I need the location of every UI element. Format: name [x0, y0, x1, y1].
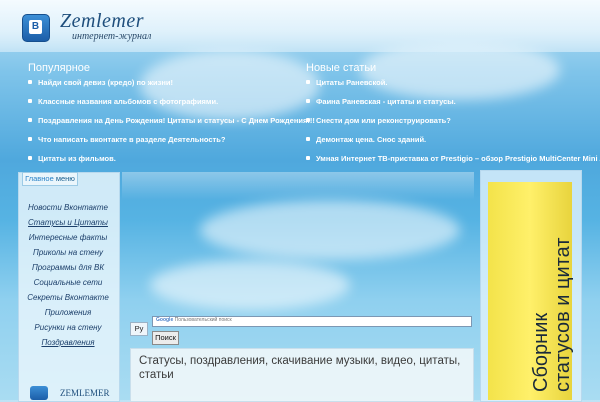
content-heading: Статусы, поздравления, скачивание музыки… — [139, 355, 461, 381]
new-articles-list: Цитаты Раневской. Фаина Раневская - цита… — [306, 78, 600, 173]
popular-list: Найди свой девиз (кредо) по жизни! Класс… — [28, 78, 315, 173]
menu-item-programs[interactable]: Программы для ВК — [20, 263, 116, 278]
article-link[interactable]: Цитаты Раневской. — [306, 78, 600, 97]
popular-link[interactable]: Классные названия альбомов с фотографиям… — [28, 97, 315, 116]
site-title[interactable]: Zemlemer — [60, 10, 144, 33]
site-subtitle: интернет-журнал — [72, 31, 152, 42]
menu-item-pictures[interactable]: Рисунки на стену — [20, 323, 116, 338]
menu-item-facts[interactable]: Интересные факты — [20, 233, 116, 248]
menu-item-social[interactable]: Социальные сети — [20, 278, 116, 293]
search-placeholder: Пользовательский поиск — [174, 317, 232, 323]
menu-item-secrets[interactable]: Секреты Вконтакте — [20, 293, 116, 308]
article-link[interactable]: Фаина Раневская - цитаты и статусы. — [306, 97, 600, 116]
menu-tab[interactable]: Главное меню — [22, 172, 78, 186]
popular-link[interactable]: Поздравления на День Рождения! Цитаты и … — [28, 116, 315, 135]
search-input[interactable]: Google Пользовательский поиск — [152, 316, 472, 327]
popular-link[interactable]: Найди свой девиз (кредо) по жизни! — [28, 78, 315, 97]
cloud — [200, 200, 460, 260]
logo-icon[interactable]: В — [22, 14, 50, 42]
popular-heading: Популярное — [28, 62, 91, 74]
new-articles-heading: Новые статьи — [306, 62, 377, 74]
search-button[interactable]: Поиск — [152, 331, 179, 345]
menu-item-news[interactable]: Новости Вконтакте — [20, 203, 116, 218]
menu-item-statuses[interactable]: Статусы и Цитаты — [20, 218, 116, 233]
logo-icon — [30, 386, 48, 400]
menu-item-jokes[interactable]: Приколы на стену — [20, 248, 116, 263]
article-link[interactable]: Демонтаж цена. Снос зданий. — [306, 135, 600, 154]
menu-item-greetings[interactable]: Поздравления — [20, 338, 116, 353]
popular-link[interactable]: Что написать вконтакте в разделе Деятель… — [28, 135, 315, 154]
cloud — [150, 260, 350, 310]
content-box: Статусы, поздравления, скачивание музыки… — [130, 348, 474, 402]
google-logo: Google — [156, 317, 174, 323]
main-menu: Новости Вконтакте Статусы и Цитаты Интер… — [20, 203, 116, 353]
bottom-site-title: ZEMLEMER — [60, 388, 110, 398]
content-header-strip — [122, 172, 474, 200]
banner-text: Сборник статусов и цитат — [530, 237, 574, 392]
popular-link[interactable]: Цитаты из фильмов. — [28, 154, 315, 173]
language-button[interactable]: Ру — [130, 322, 148, 336]
menu-item-apps[interactable]: Приложения — [20, 308, 116, 323]
article-link[interactable]: Снести дом или реконструировать? — [306, 116, 600, 135]
